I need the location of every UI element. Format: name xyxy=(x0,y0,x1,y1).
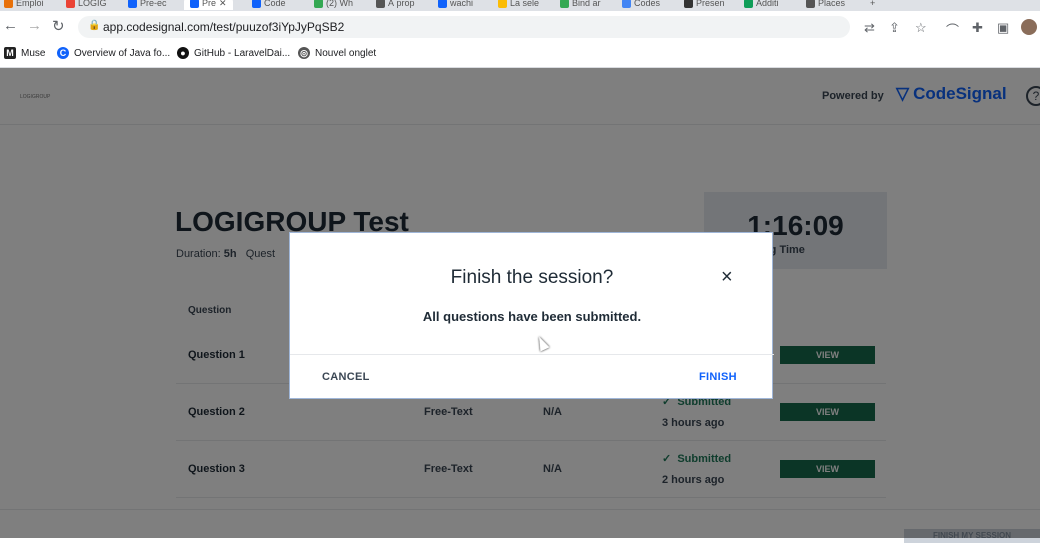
tab-label: La sele xyxy=(510,0,540,8)
extension-icon[interactable]: ⌒ xyxy=(946,20,959,39)
tab-favicon-icon xyxy=(4,0,13,8)
finish-session-dialog: Finish the session? × All questions have… xyxy=(289,232,774,399)
star-icon[interactable]: ☆ xyxy=(915,20,927,36)
tab-favicon-icon xyxy=(560,0,569,8)
tab[interactable]: La sele xyxy=(498,0,539,10)
tab[interactable]: Pre-ec xyxy=(128,0,167,10)
codesignal-icon: C xyxy=(57,47,69,59)
tab-label: À prop xyxy=(388,0,415,8)
tab-label: Presen xyxy=(696,0,725,8)
tab[interactable]: LOGIG xyxy=(66,0,107,10)
profile-avatar[interactable] xyxy=(1021,19,1037,35)
tab[interactable]: Presen xyxy=(684,0,725,10)
dialog-title: Finish the session? xyxy=(450,267,614,288)
back-icon[interactable]: ← xyxy=(3,17,18,34)
tab[interactable]: Places xyxy=(806,0,845,10)
tab[interactable]: Codes xyxy=(622,0,660,10)
bookmark-muse[interactable]: M Muse xyxy=(4,47,45,59)
tab-label: Code xyxy=(264,0,286,8)
tab-favicon-icon xyxy=(314,0,323,8)
tab-label: LOGIG xyxy=(78,0,107,8)
github-icon: ● xyxy=(177,47,189,59)
url-field[interactable]: 🔒 app.codesignal.com/test/puuzof3iYpJyPq… xyxy=(78,16,850,38)
tab-label: Emploi xyxy=(16,0,44,8)
tab-label: Codes xyxy=(634,0,661,8)
bookmark-label: GitHub - LaravelDai... xyxy=(194,47,291,59)
tab[interactable]: Additi xyxy=(744,0,779,10)
tab-label: (2) Wh xyxy=(326,0,353,8)
bookmark-new-tab[interactable]: ◎ Nouvel onglet xyxy=(298,47,376,59)
tab[interactable]: Code xyxy=(252,0,286,10)
bookmark-github[interactable]: ● GitHub - LaravelDai... xyxy=(177,47,290,59)
tab[interactable]: wachi xyxy=(438,0,473,10)
finish-button[interactable]: FINISH xyxy=(699,371,737,383)
tab-favicon-icon xyxy=(498,0,507,8)
divider xyxy=(290,354,774,355)
google-icon xyxy=(622,0,631,8)
bookmark-label: Overview of Java fo... xyxy=(74,47,171,59)
tab-favicon-icon xyxy=(684,0,693,8)
tab-favicon-icon xyxy=(744,0,753,8)
cancel-button[interactable]: CANCEL xyxy=(322,371,370,383)
tab[interactable]: (2) Wh xyxy=(314,0,353,10)
tab[interactable]: Bind ar xyxy=(560,0,601,10)
lock-icon: 🔒 xyxy=(88,20,101,31)
tab[interactable]: Emploi xyxy=(4,0,44,10)
tab-favicon-icon xyxy=(806,0,815,8)
translate-icon[interactable]: ⇄ xyxy=(864,20,875,36)
tab-active[interactable]: Pre ✕ xyxy=(184,0,233,10)
codesignal-icon xyxy=(128,0,137,8)
reload-icon[interactable]: ↻ xyxy=(52,17,65,35)
globe-icon: ◎ xyxy=(298,47,310,59)
tab-label: wachi xyxy=(450,0,474,8)
codesignal-icon xyxy=(190,0,199,8)
tab-label: Additi xyxy=(756,0,779,8)
gmail-icon xyxy=(66,0,75,8)
codesignal-icon xyxy=(438,0,447,8)
tab-favicon-icon xyxy=(376,0,385,8)
dialog-message: All questions have been submitted. xyxy=(422,309,642,324)
browser-tab-strip: Emploi LOGIG Pre-ec Pre ✕ Code (2) Wh À p… xyxy=(0,0,1040,11)
sidepanel-icon[interactable]: ▣ xyxy=(997,20,1009,36)
share-icon[interactable]: ⇪ xyxy=(889,20,900,36)
new-tab-icon[interactable]: + xyxy=(870,0,875,10)
bookmark-java[interactable]: C Overview of Java fo... xyxy=(57,47,170,59)
close-tab-icon[interactable]: ✕ xyxy=(219,0,227,9)
tab-label: Bind ar xyxy=(572,0,601,8)
puzzle-icon[interactable]: ✚ xyxy=(972,20,983,36)
url-text: app.codesignal.com/test/puuzof3iYpJyPqSB… xyxy=(103,20,345,34)
muse-icon: M xyxy=(4,47,16,59)
tab-label: Places xyxy=(818,0,846,8)
address-bar: ← → ↻ 🔒 app.codesignal.com/test/puuzof3i… xyxy=(0,11,1040,43)
codesignal-icon xyxy=(252,0,261,8)
bookmarks-bar: M Muse C Overview of Java fo... ● GitHub - … xyxy=(0,43,1040,68)
close-icon[interactable]: × xyxy=(721,267,733,287)
tab[interactable]: À prop xyxy=(376,0,415,10)
bookmark-label: Nouvel onglet xyxy=(315,47,377,59)
tab-label: Pre xyxy=(202,0,217,8)
tab-label: Pre-ec xyxy=(140,0,167,8)
bookmark-label: Muse xyxy=(21,47,46,59)
forward-icon[interactable]: → xyxy=(27,17,42,34)
